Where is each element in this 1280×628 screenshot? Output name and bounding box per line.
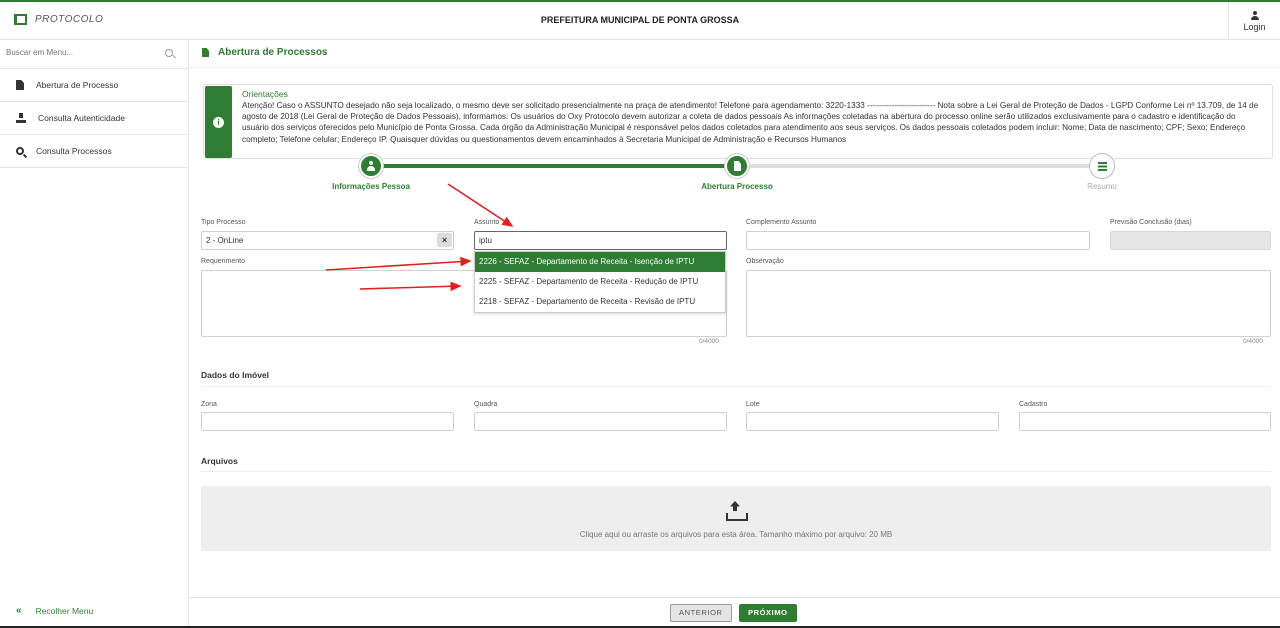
observacao-textarea[interactable] bbox=[746, 270, 1271, 337]
divider bbox=[201, 471, 1271, 472]
login-label: Login bbox=[1243, 22, 1266, 32]
step-abertura-processo[interactable] bbox=[725, 154, 749, 178]
assunto-dropdown: 2226 - SEFAZ - Departamento de Receita -… bbox=[474, 251, 726, 313]
dropdown-option[interactable]: 2218 - SEFAZ - Departamento de Receita -… bbox=[475, 292, 725, 312]
imovel-section-title: Dados do Imóvel bbox=[201, 370, 270, 380]
lote-input[interactable] bbox=[746, 412, 999, 431]
step-progress-line bbox=[371, 164, 737, 168]
previsao-label: Previsão Conclusão (dias) bbox=[1110, 219, 1192, 226]
quadra-label: Quadra bbox=[474, 401, 498, 408]
download-icon bbox=[16, 113, 26, 123]
page-header: Abertura de Processos bbox=[202, 47, 328, 58]
assunto-label: Assunto bbox=[474, 219, 500, 226]
zona-input[interactable] bbox=[201, 412, 454, 431]
step-label: Resumo bbox=[1087, 182, 1117, 191]
dropdown-option[interactable]: 2225 - SEFAZ - Departamento de Receita -… bbox=[475, 272, 725, 292]
app-title: PREFEITURA MUNICIPAL DE PONTA GROSSA bbox=[540, 15, 740, 25]
sidebar-item-label: Abertura de Processo bbox=[36, 80, 119, 90]
sidebar-item-label: Consulta Autenticidade bbox=[38, 113, 125, 123]
file-icon bbox=[202, 48, 209, 57]
orientation-notice: i Orientações Atenção! Caso o ASSUNTO de… bbox=[203, 84, 1273, 159]
file-upload-dropzone[interactable]: Clique aqui ou arraste os arquivos para … bbox=[201, 486, 1271, 551]
collapse-menu-label: Recolher Menu bbox=[35, 605, 94, 616]
observacao-counter: 0/4000 bbox=[1243, 338, 1263, 345]
zona-label: Zona bbox=[201, 401, 217, 408]
tipo-processo-label: Tipo Processo bbox=[201, 219, 246, 226]
person-icon bbox=[367, 161, 375, 171]
main-content: Abertura de Processos i Orientações Aten… bbox=[190, 40, 1280, 628]
upload-icon bbox=[726, 501, 748, 521]
info-icon: i bbox=[213, 117, 224, 128]
requerimento-counter: 0/4000 bbox=[699, 338, 719, 345]
page-title: Abertura de Processos bbox=[218, 47, 328, 58]
menu-search-input[interactable] bbox=[6, 48, 156, 57]
upload-instructions: Clique aqui ou arraste os arquivos para … bbox=[579, 530, 893, 539]
list-icon bbox=[1098, 162, 1107, 171]
form-footer: ANTERIOR PRÓXIMO bbox=[190, 597, 1280, 628]
next-button[interactable]: PRÓXIMO bbox=[739, 604, 797, 622]
wizard-steps: Informações Pessoa Abertura Processo Res… bbox=[190, 154, 1280, 196]
file-icon bbox=[734, 161, 741, 171]
notice-title: Orientações bbox=[242, 89, 288, 99]
login-button[interactable]: Login bbox=[1228, 2, 1280, 40]
search-icon bbox=[16, 147, 24, 155]
tipo-processo-select[interactable]: 2 - OnLine bbox=[201, 231, 454, 250]
dropdown-option[interactable]: 2226 - SEFAZ - Departamento de Receita -… bbox=[475, 252, 725, 272]
step-label: Abertura Processo bbox=[701, 182, 773, 191]
lote-label: Lote bbox=[746, 401, 760, 408]
sidebar-search bbox=[0, 40, 188, 69]
user-icon bbox=[1250, 11, 1260, 21]
observacao-label: Observação bbox=[746, 258, 784, 265]
notice-bar: i bbox=[205, 86, 232, 158]
previsao-conclusao-input bbox=[1110, 231, 1271, 250]
cadastro-input[interactable] bbox=[1019, 412, 1271, 431]
double-chevron-left-icon: « bbox=[16, 605, 22, 616]
step-pending-line bbox=[737, 164, 1103, 168]
sidebar-item-abertura-de-processo[interactable]: Abertura de Processo bbox=[0, 69, 188, 102]
complemento-label: Complemento Assunto bbox=[746, 219, 817, 226]
file-icon bbox=[16, 80, 24, 90]
sidebar-item-label: Consulta Processos bbox=[36, 146, 112, 156]
arquivos-section-title: Arquivos bbox=[201, 456, 238, 466]
top-bar: PROTOCOLO PREFEITURA MUNICIPAL DE PONTA … bbox=[0, 0, 1280, 40]
step-resumo[interactable] bbox=[1090, 154, 1114, 178]
divider bbox=[190, 67, 1280, 68]
sidebar: Abertura de Processo Consulta Autenticid… bbox=[0, 40, 189, 628]
assunto-input[interactable] bbox=[474, 231, 727, 250]
collapse-menu-button[interactable]: « Recolher Menu bbox=[16, 605, 93, 616]
step-informacoes-pessoa[interactable] bbox=[359, 154, 383, 178]
divider bbox=[201, 386, 1271, 387]
sidebar-item-consulta-processos[interactable]: Consulta Processos bbox=[0, 135, 188, 168]
previous-button[interactable]: ANTERIOR bbox=[670, 604, 732, 622]
clear-tipo-processo-button[interactable]: × bbox=[437, 233, 452, 247]
step-label: Informações Pessoa bbox=[332, 182, 410, 191]
search-icon[interactable] bbox=[165, 49, 173, 57]
requerimento-label: Requerimento bbox=[201, 258, 245, 265]
sidebar-item-consulta-autenticidade[interactable]: Consulta Autenticidade bbox=[0, 102, 188, 135]
notice-text: Atenção! Caso o ASSUNTO desejado não sej… bbox=[242, 101, 1259, 144]
cadastro-label: Cadastro bbox=[1019, 401, 1048, 408]
complemento-assunto-input[interactable] bbox=[746, 231, 1090, 250]
quadra-input[interactable] bbox=[474, 412, 727, 431]
